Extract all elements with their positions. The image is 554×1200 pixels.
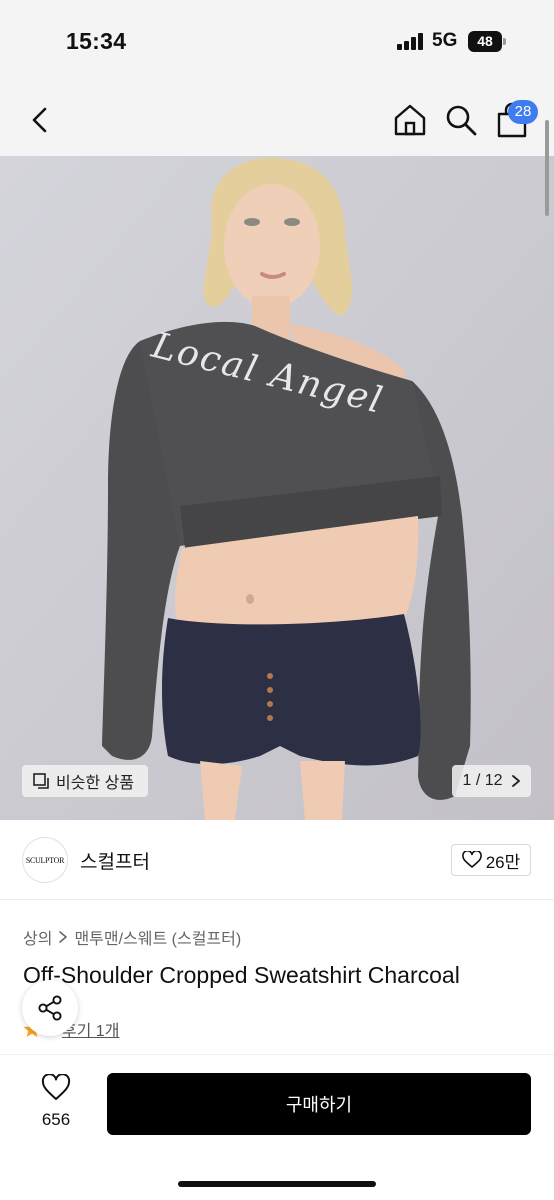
- status-time: 15:34: [66, 28, 127, 54]
- shop-like-button[interactable]: 26만: [451, 844, 531, 876]
- share-button[interactable]: [22, 980, 78, 1036]
- signal-icon: [397, 33, 425, 50]
- home-button[interactable]: [392, 102, 428, 138]
- top-nav: [0, 84, 554, 156]
- shop-name[interactable]: 스컬프터: [80, 847, 150, 874]
- similar-products-button[interactable]: 비슷한 상품: [22, 765, 148, 797]
- image-pager[interactable]: 1 / 12: [452, 765, 531, 797]
- shop-logo[interactable]: SCULPTOR: [22, 837, 68, 883]
- buy-button[interactable]: 구매하기: [107, 1073, 531, 1135]
- breadcrumb: 상의 맨투맨/스웨트 (스컬프터): [23, 925, 241, 949]
- search-button[interactable]: [443, 102, 479, 138]
- back-button[interactable]: [26, 104, 56, 136]
- wishlist-button[interactable]: 656: [26, 1073, 86, 1134]
- shop-like-count: 26만: [485, 852, 521, 872]
- product-image[interactable]: Local Angel 비슷한 상품 1 / 12: [0, 156, 554, 820]
- wishlist-count: 656: [41, 1110, 71, 1129]
- home-indicator: [178, 1181, 376, 1187]
- shop-row: SCULPTOR 스컬프터 26만: [0, 820, 554, 900]
- share-icon: [38, 995, 62, 1021]
- search-icon: [446, 105, 477, 136]
- breadcrumb-category[interactable]: 상의: [23, 925, 52, 949]
- product-photo: Local Angel: [0, 156, 554, 820]
- copy-icon: [33, 773, 49, 789]
- status-bar: 15:34 5G 48: [0, 0, 554, 84]
- breadcrumb-subcategory[interactable]: 맨투맨/스웨트 (스컬프터): [74, 925, 241, 949]
- heart-icon: [41, 1073, 71, 1100]
- chevron-right-icon: [511, 775, 520, 787]
- chevron-right-icon: [59, 931, 68, 943]
- product-title: Off-Shoulder Cropped Sweatshirt Charcoal: [23, 962, 460, 988]
- home-icon: [394, 104, 426, 136]
- similar-products-label: 비슷한 상품: [56, 775, 135, 792]
- cart-count-badge: 28: [508, 100, 538, 124]
- battery-level: 48: [468, 31, 502, 52]
- image-pager-label: 1 / 12: [462, 772, 503, 789]
- network-label: 5G: [432, 30, 458, 51]
- scrollbar[interactable]: [545, 120, 549, 216]
- battery-icon: 48: [468, 31, 506, 52]
- heart-icon: [461, 851, 482, 868]
- chevron-left-icon: [32, 107, 47, 133]
- buy-button-label: 구매하기: [285, 1095, 353, 1115]
